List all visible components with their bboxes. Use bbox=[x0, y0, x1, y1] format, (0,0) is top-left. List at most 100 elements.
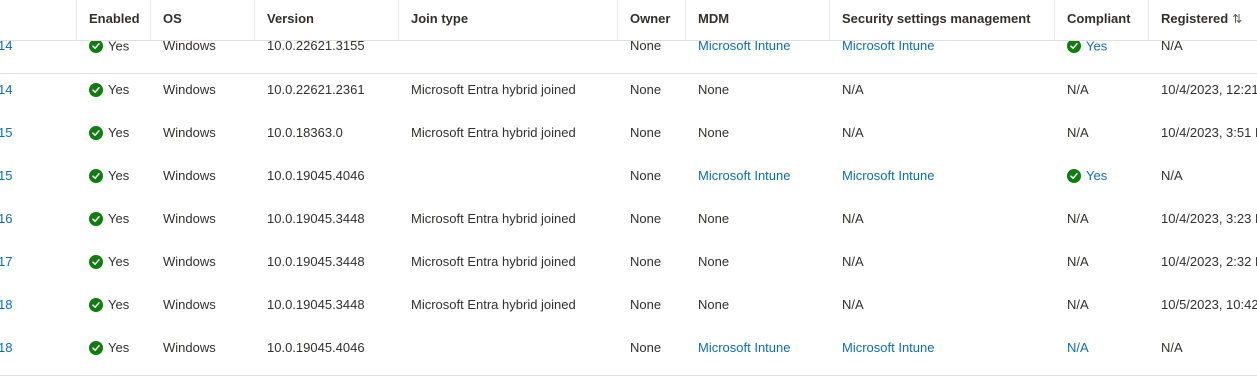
column-divider[interactable] bbox=[254, 0, 255, 40]
column-header-os[interactable]: OS bbox=[163, 0, 182, 40]
column-divider[interactable] bbox=[150, 0, 151, 40]
compliant-cell: N/A bbox=[1067, 246, 1089, 289]
enabled-cell: Yes bbox=[89, 160, 129, 203]
table-row[interactable]: 14 Yes Windows 10.0.22621.2361 Microsoft Ent… bbox=[0, 74, 1257, 118]
security-settings-cell[interactable]: Microsoft Intune bbox=[842, 40, 935, 73]
security-settings-cell-text: N/A bbox=[842, 211, 864, 226]
column-header-join-type[interactable]: Join type bbox=[411, 0, 468, 40]
owner-cell-text: None bbox=[630, 168, 662, 183]
mdm-cell: None bbox=[698, 117, 729, 160]
column-divider[interactable] bbox=[829, 0, 830, 40]
security-settings-cell-text: N/A bbox=[842, 254, 864, 269]
security-settings-cell-text[interactable]: Microsoft Intune bbox=[842, 168, 935, 183]
compliant-cell-text[interactable]: N/A bbox=[1067, 340, 1089, 355]
check-circle-icon bbox=[89, 211, 103, 226]
compliant-cell[interactable]: Yes bbox=[1067, 40, 1107, 73]
device-name-link[interactable]: 18 bbox=[0, 332, 12, 375]
mdm-cell[interactable]: Microsoft Intune bbox=[698, 40, 791, 73]
device-name-link[interactable]: 16 bbox=[0, 203, 12, 246]
registered-cell-text: N/A bbox=[1161, 340, 1183, 355]
compliant-cell-text[interactable]: Yes bbox=[1086, 40, 1107, 53]
check-circle-icon bbox=[89, 168, 103, 183]
compliant-cell-text: N/A bbox=[1067, 125, 1089, 140]
version-cell-text: 10.0.18363.0 bbox=[267, 125, 343, 140]
device-name-link-text[interactable]: 17 bbox=[0, 254, 12, 269]
table-row[interactable]: 14 Yes Windows 10.0.22621.3155 None Microsoft… bbox=[0, 40, 1257, 74]
device-name-link-text[interactable]: 18 bbox=[0, 297, 12, 312]
column-divider[interactable] bbox=[617, 0, 618, 40]
enabled-cell-text: Yes bbox=[108, 254, 130, 269]
column-header-compliant[interactable]: Compliant bbox=[1067, 0, 1131, 40]
device-name-link[interactable]: 15 bbox=[0, 160, 12, 203]
mdm-cell: None bbox=[698, 74, 729, 117]
security-settings-cell[interactable]: Microsoft Intune bbox=[842, 160, 935, 203]
enabled-cell: Yes bbox=[89, 289, 129, 332]
sort-icon[interactable]: ⇅ bbox=[1232, 0, 1242, 38]
table-row[interactable]: 18 Yes Windows 10.0.19045.3448 Microsoft Ent… bbox=[0, 289, 1257, 333]
security-settings-cell[interactable]: Microsoft Intune bbox=[842, 332, 935, 375]
enabled-cell-text: Yes bbox=[108, 168, 130, 183]
device-name-link-text[interactable]: 15 bbox=[0, 168, 12, 183]
table-row[interactable]: 15 Yes Windows 10.0.19045.4046 None Microsoft… bbox=[0, 160, 1257, 204]
column-divider[interactable] bbox=[685, 0, 686, 40]
check-circle-icon bbox=[1067, 40, 1081, 53]
mdm-cell-text[interactable]: Microsoft Intune bbox=[698, 340, 791, 355]
mdm-cell-text[interactable]: Microsoft Intune bbox=[698, 40, 791, 53]
device-name-link[interactable]: 17 bbox=[0, 246, 12, 289]
device-name-link-text[interactable]: 14 bbox=[0, 40, 12, 53]
column-header-enabled[interactable]: Enabled bbox=[89, 0, 140, 40]
version-cell: 10.0.19045.4046 bbox=[267, 332, 365, 375]
os-cell: Windows bbox=[163, 160, 216, 203]
column-divider[interactable] bbox=[1054, 0, 1055, 40]
column-header-registered[interactable]: Registered ⇅ bbox=[1161, 0, 1242, 40]
table-row[interactable]: 15 Yes Windows 10.0.18363.0 Microsoft Entra … bbox=[0, 117, 1257, 161]
column-divider[interactable] bbox=[1148, 0, 1149, 40]
registered-cell: 10/4/2023, 12:21 bbox=[1161, 74, 1257, 117]
compliant-cell: N/A bbox=[1067, 203, 1089, 246]
registered-cell-text: 10/4/2023, 3:23 P bbox=[1161, 211, 1257, 226]
enabled-cell-text: Yes bbox=[108, 297, 130, 312]
device-name-link-text[interactable]: 18 bbox=[0, 340, 12, 355]
mdm-cell[interactable]: Microsoft Intune bbox=[698, 160, 791, 203]
registered-cell: N/A bbox=[1161, 160, 1183, 203]
column-header-owner[interactable]: Owner bbox=[630, 0, 670, 40]
owner-cell: None bbox=[630, 203, 661, 246]
version-cell: 10.0.19045.4046 bbox=[267, 160, 365, 203]
owner-cell-text: None bbox=[630, 82, 662, 97]
version-cell: 10.0.22621.3155 bbox=[267, 40, 365, 73]
mdm-cell-text[interactable]: Microsoft Intune bbox=[698, 168, 791, 183]
security-settings-cell: N/A bbox=[842, 74, 864, 117]
column-divider[interactable] bbox=[398, 0, 399, 40]
device-name-link[interactable]: 15 bbox=[0, 117, 12, 160]
device-name-link-text[interactable]: 14 bbox=[0, 82, 12, 97]
device-name-link[interactable]: 14 bbox=[0, 74, 12, 117]
join-type-cell-text: Microsoft Entra hybrid joined bbox=[411, 125, 576, 140]
security-settings-cell-text[interactable]: Microsoft Intune bbox=[842, 40, 935, 53]
compliant-cell[interactable]: Yes bbox=[1067, 160, 1107, 203]
join-type-cell-text: Microsoft Entra hybrid joined bbox=[411, 82, 576, 97]
device-name-link-text[interactable]: 16 bbox=[0, 211, 12, 226]
version-cell-text: 10.0.19045.4046 bbox=[267, 340, 365, 355]
table-row[interactable]: 16 Yes Windows 10.0.19045.3448 Microsoft Ent… bbox=[0, 203, 1257, 247]
owner-cell: None bbox=[630, 332, 661, 375]
security-settings-cell-text[interactable]: Microsoft Intune bbox=[842, 340, 935, 355]
device-name-link-text[interactable]: 15 bbox=[0, 125, 12, 140]
compliant-cell[interactable]: N/A bbox=[1067, 332, 1089, 375]
column-header-mdm[interactable]: MDM bbox=[698, 0, 729, 40]
mdm-cell[interactable]: Microsoft Intune bbox=[698, 332, 791, 375]
owner-cell-text: None bbox=[630, 40, 662, 53]
table-row[interactable]: 17 Yes Windows 10.0.19045.3448 Microsoft Ent… bbox=[0, 246, 1257, 290]
table-row[interactable]: 18 Yes Windows 10.0.19045.4046 None Microsoft… bbox=[0, 332, 1257, 376]
device-name-link[interactable]: 18 bbox=[0, 289, 12, 332]
compliant-cell-text[interactable]: Yes bbox=[1086, 168, 1107, 183]
owner-cell-text: None bbox=[630, 254, 662, 269]
security-settings-cell: N/A bbox=[842, 289, 864, 332]
column-header-version[interactable]: Version bbox=[267, 0, 314, 40]
registered-cell: N/A bbox=[1161, 40, 1183, 73]
registered-cell: 10/5/2023, 10:42 bbox=[1161, 289, 1257, 332]
column-header-security-settings-management[interactable]: Security settings management bbox=[842, 0, 1031, 40]
enabled-cell-text: Yes bbox=[108, 340, 130, 355]
column-divider[interactable] bbox=[76, 0, 77, 40]
device-name-link[interactable]: 14 bbox=[0, 40, 12, 73]
version-cell: 10.0.22621.2361 bbox=[267, 74, 365, 117]
